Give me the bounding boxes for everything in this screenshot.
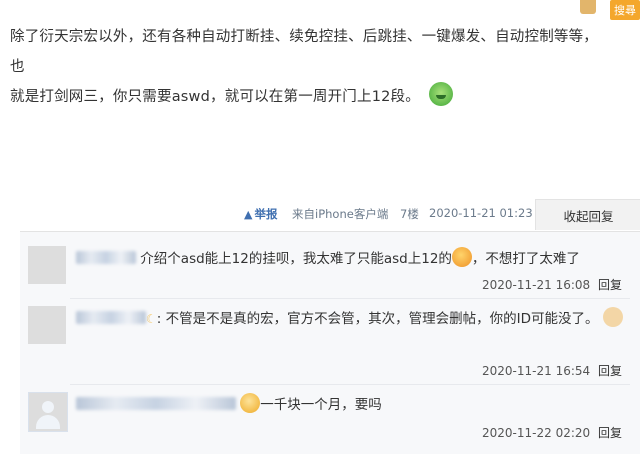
search-report-button[interactable]: 搜尋 [610,0,640,20]
avatar[interactable] [28,246,66,284]
post-meta: ▲ 举报 来自iPhone客户端 7楼 2020-11-21 01:23 收起回复 [0,199,640,230]
username-blurred[interactable] [76,311,146,324]
reply-divider [70,298,630,299]
reply-time: 2020-11-21 16:54 [482,364,591,378]
username-blurred[interactable] [76,251,136,264]
reply-content: 介绍个asd能上12的挂呗，我太难了只能asd上12的 ，不想打了太难了 [76,246,626,272]
collapse-replies-button[interactable]: 收起回复 [535,199,640,230]
username-blurred[interactable] [76,397,236,410]
post-source: 来自iPhone客户端 [292,207,389,221]
angry-emoji-icon [451,247,472,267]
reply-content: 一千块一个月，要吗 [76,392,626,418]
reply-time: 2020-11-22 02:20 [482,426,591,440]
report-link[interactable]: ▲ 举报 [244,206,277,222]
post-line-2: 就是打剑网三，你只需要aswd，就可以在第一周开门上12段。 [10,82,610,112]
avatar[interactable] [28,306,66,344]
user-badge-icon [580,0,596,14]
report-label: 举报 [254,207,278,221]
reply-meta: 2020-11-21 16:54 回复 [482,362,622,379]
default-avatar-icon[interactable] [28,392,68,432]
reply-text-after: ，不想打了太难了 [471,251,580,267]
reply-text: 一千块一个月，要吗 [260,397,382,413]
reply-meta: 2020-11-21 16:08 回复 [482,276,622,293]
reply-button[interactable]: 回复 [598,278,622,292]
post-time: 2020-11-21 01:23 [429,206,533,220]
reply-meta: 2020-11-22 02:20 回复 [482,424,622,441]
vomit-emoji-icon [428,82,453,106]
reply-button[interactable]: 回复 [598,364,622,378]
reply-list: 介绍个asd能上12的挂呗，我太难了只能asd上12的 ，不想打了太难了 2020… [20,231,640,454]
post-text: 除了衍天宗宏以外，还有各种自动打断挂、续免控挂、后跳挂、一键爆发、自动控制等等，… [10,22,610,112]
floor-number: 7楼 [400,207,419,221]
reply-text-before: 介绍个asd能上12的挂呗，我太难了只能asd上12的 [140,251,452,267]
reply-divider [70,384,630,385]
sad-emoji-icon [602,307,623,327]
reply-content: ☾: 不管是不是真的宏，官方不会管，其次，管理会删帖，你的ID可能没了。 [76,306,626,332]
post-line-2-text: 就是打剑网三，你只需要aswd，就可以在第一周开门上12段。 [10,89,420,105]
reply-text: : 不管是不是真的宏，官方不会管，其次，管理会删帖，你的ID可能没了。 [156,311,599,327]
sweat-emoji-icon [240,393,261,413]
reply-button[interactable]: 回复 [598,426,622,440]
post-line-1: 除了衍天宗宏以外，还有各种自动打断挂、续免控挂、后跳挂、一键爆发、自动控制等等，… [10,29,598,75]
reply-time: 2020-11-21 16:08 [482,278,591,292]
moon-icon: ☾ [146,312,157,326]
report-icon: ▲ [244,208,253,221]
